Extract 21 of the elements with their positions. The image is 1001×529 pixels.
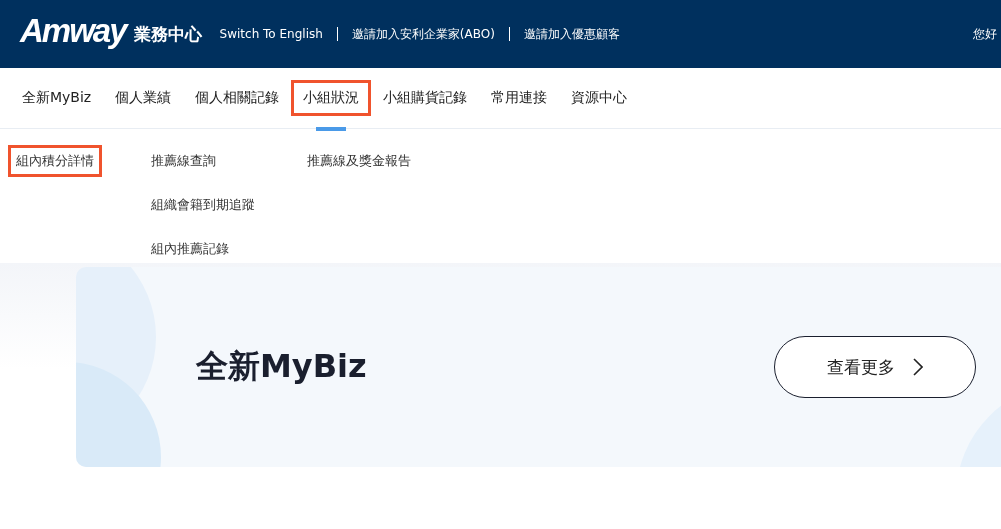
- banner-title: 全新MyBiz: [196, 346, 367, 387]
- header-link[interactable]: Switch To English: [219, 27, 323, 41]
- header-link[interactable]: 邀請加入優惠顧客: [523, 25, 620, 43]
- nav-tab[interactable]: 常用連接: [479, 80, 560, 116]
- submenu-link[interactable]: 組內推薦記錄: [143, 233, 237, 265]
- nav-tab[interactable]: 全新MyBiz: [10, 80, 104, 116]
- nav-tab[interactable]: 個人相關記錄: [183, 80, 292, 116]
- see-more-button[interactable]: 查看更多: [774, 336, 976, 398]
- nav-tab[interactable]: 個人業績: [103, 80, 184, 116]
- chevron-right-icon: [913, 358, 923, 376]
- header-link[interactable]: 邀請加入安利企業家(ABO): [351, 25, 495, 43]
- submenu-link[interactable]: 組織會籍到期追蹤: [143, 189, 263, 221]
- greeting-text: 您好: [973, 25, 997, 43]
- submenu-link[interactable]: 推薦線查詢: [143, 145, 224, 177]
- nav-tab[interactable]: 小組購貨記錄: [371, 80, 480, 116]
- nav-tab[interactable]: 小組狀況: [291, 80, 372, 116]
- submenu-link[interactable]: 組內積分詳情: [8, 145, 102, 177]
- nav-tab[interactable]: 資源中心: [559, 80, 640, 116]
- amway-logo[interactable]: Amway: [20, 12, 126, 50]
- site-subtitle: 業務中心: [133, 22, 202, 46]
- submenu-link[interactable]: 推薦線及獎金報告: [299, 145, 419, 177]
